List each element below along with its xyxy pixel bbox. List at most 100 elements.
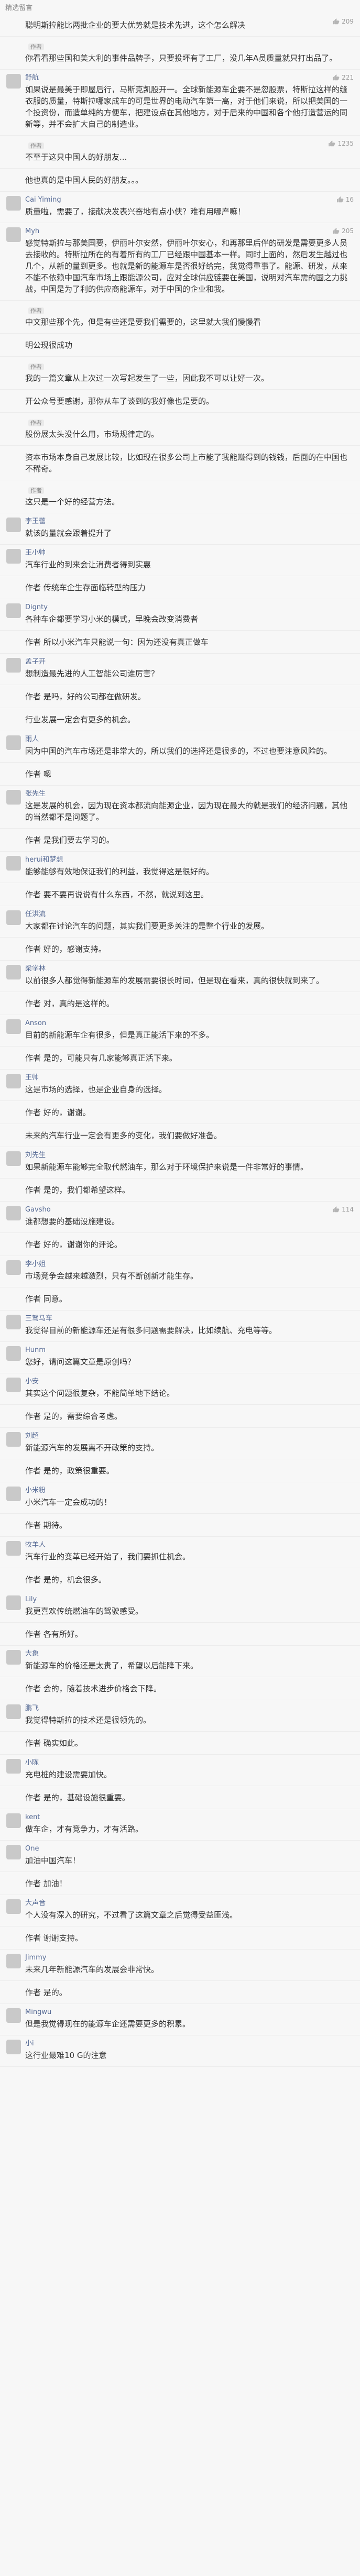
like-button[interactable]: 209 bbox=[332, 18, 354, 25]
avatar[interactable] bbox=[6, 549, 21, 564]
avatar[interactable] bbox=[6, 518, 21, 532]
commenter-name[interactable]: Dignty bbox=[25, 603, 354, 612]
avatar[interactable] bbox=[6, 1019, 21, 1034]
avatar[interactable] bbox=[6, 1346, 21, 1361]
commenter-name[interactable]: 任洪流 bbox=[25, 910, 354, 919]
commenter-name[interactable]: 王帅 bbox=[25, 1074, 354, 1082]
avatar[interactable] bbox=[6, 1813, 21, 1828]
thumb-up-icon bbox=[333, 228, 340, 234]
comment-row: 小陈 充电桩的建设需要加快。 bbox=[6, 1759, 354, 1780]
avatar[interactable] bbox=[6, 658, 21, 673]
commenter-name[interactable]: 王小帅 bbox=[25, 549, 354, 557]
avatar[interactable] bbox=[6, 1595, 21, 1610]
comment-meta: 聪明斯拉能比两批企业的要大优势就是技术先进，这个怎么解决 bbox=[25, 18, 354, 31]
comment-text: 如果说是最美于即屋后行，马斯克凯股开一。全球新能源车企要不是忽股票，特斯拉这样的… bbox=[25, 85, 348, 129]
comment-item: 作者 是的。 bbox=[0, 1981, 360, 2004]
commenter-name[interactable]: 李小姐 bbox=[25, 1260, 354, 1269]
like-button[interactable]: 16 bbox=[336, 196, 354, 203]
like-count: 114 bbox=[342, 1206, 354, 1213]
avatar[interactable] bbox=[6, 1899, 21, 1914]
commenter-name[interactable]: 刘先生 bbox=[25, 1151, 354, 1160]
commenter-name[interactable]: 大象 bbox=[25, 1650, 354, 1658]
avatar[interactable] bbox=[6, 856, 21, 871]
commenter-name[interactable]: 孟子开 bbox=[25, 658, 354, 666]
avatar[interactable] bbox=[6, 910, 21, 925]
commenter-name[interactable]: kent bbox=[25, 1813, 354, 1822]
commenter-name[interactable]: Gavsho bbox=[25, 1206, 354, 1214]
comment-row: 雨人 因为中国的汽车市场还是非常大的，所以我们的选择还是很多的，不过也要注意风险的… bbox=[6, 735, 354, 757]
avatar[interactable] bbox=[6, 196, 21, 211]
avatar[interactable] bbox=[6, 1206, 21, 1220]
avatar[interactable] bbox=[6, 1378, 21, 1392]
like-button[interactable]: 205 bbox=[332, 227, 354, 235]
avatar[interactable] bbox=[6, 790, 21, 805]
like-button[interactable]: 1235 bbox=[328, 140, 354, 147]
commenter-name[interactable]: 小i bbox=[25, 2040, 354, 2048]
commenter-name[interactable]: 三驾马车 bbox=[25, 1315, 354, 1323]
comment-text: 作者 是我们要去学习的。 bbox=[25, 835, 114, 845]
comment-item: 作者 好的，感谢支持。 bbox=[0, 938, 360, 961]
comment-row: 李小姐 市场竞争会越来越激烈，只有不断创新才能生存。 bbox=[6, 1260, 354, 1282]
avatar[interactable] bbox=[6, 1759, 21, 1774]
commenter-name[interactable]: 牧羊人 bbox=[25, 1541, 354, 1549]
avatar[interactable] bbox=[6, 1954, 21, 1968]
comment-item: 牧羊人汽车行业的变革已经开始了，我们要抓住机会。 bbox=[0, 1537, 360, 1568]
avatar[interactable] bbox=[6, 1541, 21, 1556]
commenter-name[interactable]: 刘超 bbox=[25, 1432, 354, 1440]
commenter-name[interactable]: Jimmy bbox=[25, 1954, 354, 1962]
comment-text: 聪明斯拉能比两批企业的要大优势就是技术先进，这个怎么解决 bbox=[25, 20, 246, 30]
commenter-name[interactable]: 鹏飞 bbox=[25, 1704, 354, 1713]
comment-row: 作者 加油！ bbox=[25, 1876, 354, 1889]
avatar[interactable] bbox=[6, 1704, 21, 1719]
comment-text: 汽车行业的变革已经开始了，我们要抓住机会。 bbox=[25, 1552, 191, 1561]
commenter-name[interactable]: Anson bbox=[25, 1019, 354, 1028]
avatar[interactable] bbox=[6, 227, 21, 242]
commenter-name[interactable]: Lily bbox=[25, 1595, 354, 1604]
comment-item: 刘先生 如果新能源车能够完全取代燃油车，那么对于环境保护来说是一件非常好的事情。 bbox=[0, 1147, 360, 1179]
comment-meta: 作者 要不要再说说有什么东西，不然，就说到这里。 bbox=[25, 887, 354, 900]
comment-text: 其实这个问题很复杂，不能简单地下结论。 bbox=[25, 1389, 175, 1398]
comment-item: 作者 是的，需要综合考虑。 bbox=[0, 1405, 360, 1428]
comment-row: 开公众号要感谢，那你从车了谈到的我好像也是要的。 bbox=[25, 394, 354, 407]
commenter-name[interactable]: 小安 bbox=[25, 1378, 354, 1386]
commenter-name[interactable]: herui和梦想 bbox=[25, 856, 354, 864]
commenter-name[interactable]: 小米粉 bbox=[25, 1487, 354, 1495]
commenter-name[interactable]: Cai Yiming bbox=[25, 196, 354, 204]
avatar[interactable] bbox=[6, 1074, 21, 1088]
avatar[interactable] bbox=[6, 2040, 21, 2054]
commenter-name[interactable]: 小陈 bbox=[25, 1759, 354, 1767]
commenter-name[interactable]: Myh bbox=[25, 227, 354, 236]
commenter-name[interactable]: Hunm bbox=[25, 1346, 354, 1355]
comment-meta: 作者 是的，我们都希望这样。 bbox=[25, 1183, 354, 1196]
commenter-name[interactable]: 舒航 bbox=[25, 74, 354, 82]
avatar[interactable] bbox=[6, 1315, 21, 1329]
like-button[interactable]: 114 bbox=[332, 1206, 354, 1213]
comment-row: Jimmy 未来几年新能源汽车的发展会非常快。 bbox=[6, 1954, 354, 1975]
commenter-name[interactable]: 梁学林 bbox=[25, 965, 354, 973]
avatar[interactable] bbox=[6, 2008, 21, 2023]
avatar[interactable] bbox=[6, 965, 21, 979]
commenter-name[interactable]: 雨人 bbox=[25, 735, 354, 744]
avatar[interactable] bbox=[6, 603, 21, 618]
comment-item: 聪明斯拉能比两批企业的要大优势就是技术先进，这个怎么解决 209 bbox=[0, 14, 360, 37]
commenter-name[interactable]: 张先生 bbox=[25, 790, 354, 798]
thumb-up-icon bbox=[336, 196, 344, 203]
comment-item: 他也真的是中国人民的好朋友。。。 bbox=[0, 169, 360, 192]
avatar[interactable] bbox=[6, 1845, 21, 1859]
avatar[interactable] bbox=[6, 74, 21, 89]
commenter-name[interactable]: 大声音 bbox=[25, 1899, 354, 1908]
commenter-name[interactable]: One bbox=[25, 1845, 354, 1853]
avatar[interactable] bbox=[6, 1432, 21, 1447]
comment-item: 作者 是的，机会很多。 bbox=[0, 1568, 360, 1591]
comment-item: 作者 加油！ bbox=[0, 1872, 360, 1895]
commenter-name[interactable]: Mingwu bbox=[25, 2008, 354, 2017]
avatar[interactable] bbox=[6, 1260, 21, 1275]
comment-text: 作者 期待。 bbox=[25, 1521, 67, 1530]
like-button[interactable]: 221 bbox=[332, 74, 354, 81]
avatar[interactable] bbox=[6, 1487, 21, 1501]
comment-item: 作者 是的，我们都希望这样。 bbox=[0, 1179, 360, 1202]
avatar[interactable] bbox=[6, 1650, 21, 1665]
commenter-name[interactable]: 李王蕾 bbox=[25, 518, 354, 526]
avatar[interactable] bbox=[6, 735, 21, 750]
avatar[interactable] bbox=[6, 1151, 21, 1166]
